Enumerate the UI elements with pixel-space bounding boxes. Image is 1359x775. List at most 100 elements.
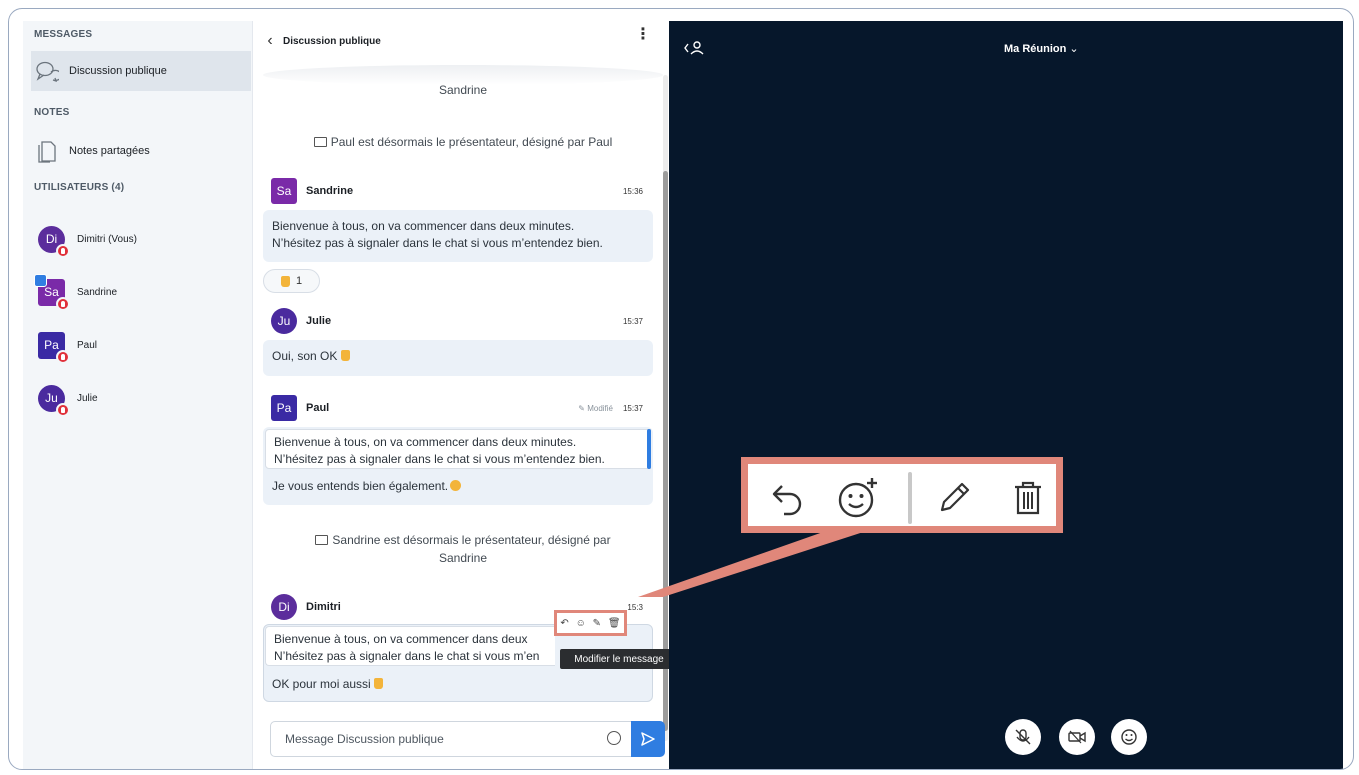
reply-icon[interactable]: ↶ [560, 618, 568, 629]
message-text: OK pour moi aussi [272, 677, 371, 691]
raised-hand-icon [56, 243, 70, 258]
chat-title: Discussion publique [283, 35, 381, 47]
edited-label: ✎ Modifié [578, 403, 613, 413]
message-content: OK pour moi aussi [272, 677, 389, 691]
chat-bubbles-icon [35, 59, 59, 83]
send-button[interactable] [631, 721, 665, 757]
meeting-title-dropdown[interactable]: Ma Réunion ⌄ [1004, 42, 1079, 55]
avatar: Ju [38, 384, 70, 417]
avatar-initials: Di [45, 232, 58, 246]
presentation-monitor-icon [313, 137, 327, 147]
more-options-icon[interactable]: ⋮ [635, 27, 651, 43]
mute-microphone-button[interactable] [1005, 719, 1041, 755]
presenter-icon [34, 273, 47, 287]
avatar-initials: Pa [44, 338, 59, 352]
system-message: Paul est désormais le présentateur, dési… [273, 133, 653, 151]
smiley-icon [1121, 729, 1137, 745]
user-list-item[interactable]: Sa Sandrine [31, 266, 251, 318]
sidebar-item-label: Notes partagées [69, 145, 150, 157]
message-header: Ju Julie 15:37 [271, 307, 643, 335]
thumbs-up-icon [340, 350, 350, 361]
camera-off-icon [1068, 730, 1086, 744]
add-reaction-icon[interactable] [836, 476, 880, 520]
window-frame: MESSAGES Discussion publique NOTES Notes… [8, 8, 1354, 770]
user-list-item[interactable]: Pa Paul [31, 319, 251, 371]
message-time: 15:3 [627, 602, 643, 612]
raised-hand-icon [56, 296, 70, 311]
avatar: Sa [34, 273, 70, 311]
sidebar-item-public-chat[interactable]: Discussion publique [31, 51, 251, 91]
avatar-initials: Ju [45, 391, 58, 405]
sidebar: MESSAGES Discussion publique NOTES Notes… [23, 21, 253, 769]
message-text: Oui, son OK [272, 349, 338, 363]
raised-hand-icon [56, 349, 70, 364]
quoted-text: N’hésitez pas à signaler dans le chat si… [274, 649, 540, 663]
emoji-icon[interactable] [607, 731, 621, 745]
video-stage: Ma Réunion ⌄ [669, 21, 1343, 769]
trash-icon[interactable]: 🗑 [608, 618, 621, 629]
avatar: Ju [271, 308, 297, 334]
users-panel-toggle-icon[interactable] [683, 40, 705, 56]
message-bubble: Oui, son OK [263, 340, 653, 376]
messages-section-title: MESSAGES [34, 29, 93, 40]
message-text: Je vous entends bien également. [272, 479, 449, 493]
quoted-text: N’hésitez pas à signaler dans le chat si… [274, 452, 605, 466]
reaction-chip[interactable]: 1 [263, 269, 320, 293]
quoted-message[interactable]: Bienvenue à tous, on va commencer dans d… [265, 429, 651, 469]
author-name: Dimitri [306, 601, 341, 613]
send-icon [641, 732, 655, 746]
document-icon [35, 139, 59, 163]
message-bubble: Bienvenue à tous, on va commencer dans d… [263, 210, 653, 262]
message-text: N’hésitez pas à signaler dans le chat si… [272, 236, 603, 250]
edit-icon[interactable]: ✎ [593, 618, 601, 629]
back-chevron-icon[interactable]: ‹ [257, 32, 283, 50]
sidebar-item-label: Discussion publique [69, 65, 167, 77]
user-name: Paul [77, 339, 98, 351]
system-message-text: Paul est désormais le présentateur, dési… [330, 135, 613, 149]
notes-section-title: NOTES [34, 107, 70, 118]
message-time: 15:36 [622, 186, 643, 196]
avatar-initials: Sa [44, 285, 59, 299]
user-list-item[interactable]: Di Dimitri (Vous) [31, 213, 251, 265]
user-name: Sandrine [77, 286, 118, 298]
system-message-text: Sandrine est désormais le présentateur, … [332, 533, 611, 547]
chat-panel: ‹ Discussion publique ⋮ Sandrine Paul es… [253, 21, 678, 769]
message-input[interactable]: Message Discussion publique [270, 721, 632, 757]
message-content: Je vous entends bien également. [272, 479, 462, 493]
users-section-title: UTILISATEURS (4) [34, 182, 125, 193]
meeting-title: Ma Réunion [1004, 43, 1067, 55]
zoomed-message-actions [741, 457, 1063, 533]
trash-icon[interactable] [1006, 476, 1050, 520]
message-header: Pa Paul ✎ Modifié 15:37 [271, 394, 643, 422]
add-reaction-icon[interactable]: ☺ [576, 618, 586, 629]
toolbar-separator [908, 472, 912, 524]
message-text: Bienvenue à tous, on va commencer dans d… [272, 219, 575, 233]
thumbs-up-icon [280, 275, 290, 287]
chat-header: ‹ Discussion publique ⋮ [253, 21, 669, 61]
avatar: Pa [38, 331, 70, 364]
raised-hand-icon [56, 402, 70, 417]
microphone-muted-icon [1015, 729, 1031, 745]
chevron-down-icon: ⌄ [1069, 43, 1079, 55]
reaction-count: 1 [295, 275, 303, 287]
author-name: Paul [306, 402, 330, 414]
presentation-monitor-icon [315, 535, 329, 545]
camera-button[interactable] [1059, 719, 1095, 755]
reactions-button[interactable] [1111, 719, 1147, 755]
scrollbar-thumb[interactable] [663, 171, 668, 731]
quoted-message[interactable]: Bienvenue à tous, on va commencer dans d… [265, 626, 555, 666]
author-name: Sandrine [306, 185, 354, 197]
reply-icon[interactable] [766, 476, 810, 520]
edit-icon[interactable] [932, 476, 976, 520]
user-list-item[interactable]: Ju Julie [31, 372, 251, 424]
smile-emoji-icon [450, 480, 462, 491]
system-message: Sandrine est désormais le présentateur, … [273, 531, 653, 567]
quote-accent-bar [647, 429, 651, 469]
system-message-text: Sandrine [438, 551, 488, 565]
user-name: Dimitri (Vous) [77, 233, 138, 245]
quoted-text: Bienvenue à tous, on va commencer dans d… [274, 632, 528, 646]
tooltip: Modifier le message [560, 649, 678, 669]
app: MESSAGES Discussion publique NOTES Notes… [23, 21, 1343, 769]
avatar: Sa [271, 178, 297, 204]
sidebar-item-shared-notes[interactable]: Notes partagées [31, 131, 251, 171]
